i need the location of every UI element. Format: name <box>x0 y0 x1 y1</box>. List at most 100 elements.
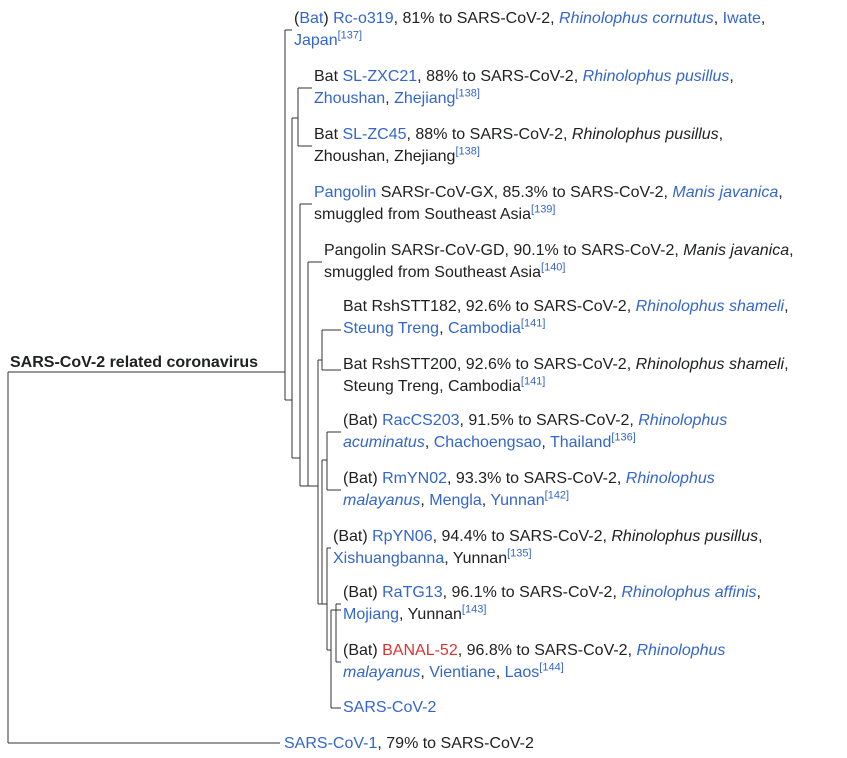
leaf-link[interactable]: RaTG13 <box>382 584 442 601</box>
leaf-text: , 96.1% to SARS-CoV-2, <box>442 584 622 601</box>
leaf-link[interactable]: Chachoengsao <box>434 434 542 451</box>
leaf-link[interactable]: Rhinolophus pusillus <box>583 68 730 85</box>
leaf-link[interactable]: Japan <box>294 32 338 49</box>
leaf-text[interactable]: BANAL-52 <box>382 642 458 659</box>
leaf-link[interactable]: acuminatus <box>343 434 425 451</box>
leaf-link[interactable]: SARS-CoV-2 <box>343 699 436 716</box>
citation-ref[interactable]: [138] <box>455 88 479 100</box>
leaf-text: , <box>424 434 434 451</box>
leaf-text: , <box>729 68 734 85</box>
leaf-text: , <box>784 298 789 315</box>
leaf-text: , Yunnan <box>399 606 462 623</box>
leaf-2: Bat SL-ZC45, 88% to SARS-CoV-2, Rhinolop… <box>314 124 723 168</box>
leaf-11: (Bat) BANAL-52, 96.8% to SARS-CoV-2, Rhi… <box>343 640 725 684</box>
leaf-link[interactable]: Mojiang <box>343 606 399 623</box>
leaf-text: Pangolin SARSr-CoV-GD, 90.1% to SARS-CoV… <box>324 242 684 259</box>
leaf-text: , <box>713 10 723 27</box>
leaf-link[interactable]: Pangolin <box>314 184 376 201</box>
citation-ref[interactable]: [142] <box>545 490 569 502</box>
citation-ref[interactable]: [137] <box>338 30 362 42</box>
leaf-link[interactable]: Manis javanica <box>672 184 778 201</box>
leaf-text: , <box>439 320 448 337</box>
leaf-link[interactable]: Iwate <box>723 10 761 27</box>
leaf-link[interactable]: Yunnan <box>490 492 544 509</box>
leaf-0: (Bat) Rc-o319, 81% to SARS-CoV-2, Rhinol… <box>294 8 765 52</box>
leaf-link[interactable]: Xishuangbanna <box>333 550 444 567</box>
leaf-text: , <box>784 356 789 373</box>
leaf-text: Bat RshSTT182, 92.6% to SARS-CoV-2, <box>343 298 636 315</box>
leaf-text: , <box>760 10 766 27</box>
leaf-10: (Bat) RaTG13, 96.1% to SARS-CoV-2, Rhino… <box>343 582 761 626</box>
citation-ref[interactable]: [141] <box>521 376 545 388</box>
leaf-4: Pangolin SARSr-CoV-GD, 90.1% to SARS-CoV… <box>324 240 794 284</box>
leaf-text: , <box>758 528 763 545</box>
leaf-text: , <box>541 434 550 451</box>
leaf-link[interactable]: Rhinolophus cornutus <box>559 10 714 27</box>
leaf-link[interactable]: Rhinolophus <box>626 470 715 487</box>
leaf-link[interactable]: Rhinolophus <box>636 642 725 659</box>
leaf-link[interactable]: RmYN02 <box>382 470 447 487</box>
leaf-link[interactable]: Rhinolophus affinis <box>621 584 756 601</box>
leaf-text: Bat <box>314 126 343 143</box>
leaf-text: (Bat) <box>343 584 383 601</box>
leaf-text: Bat RshSTT200, 92.6% to SARS-CoV-2, <box>343 356 636 373</box>
leaf-link[interactable]: RacCS203 <box>382 412 459 429</box>
leaf-7: (Bat) RacCS203, 91.5% to SARS-CoV-2, Rhi… <box>343 410 727 454</box>
leaf-1: Bat SL-ZXC21, 88% to SARS-CoV-2, Rhinolo… <box>314 66 734 110</box>
citation-ref[interactable]: [141] <box>521 318 545 330</box>
leaf-text: , 91.5% to SARS-CoV-2, <box>459 412 639 429</box>
leaf-link[interactable]: malayanus <box>343 664 420 681</box>
leaf-text: smuggled from Southeast Asia <box>324 264 542 281</box>
leaf-text: , <box>495 664 505 681</box>
leaf-link[interactable]: Zhejiang <box>394 90 455 107</box>
leaf-text: , Yunnan <box>444 550 508 567</box>
leaf-3: Pangolin SARSr-CoV-GX, 85.3% to SARS-CoV… <box>314 182 783 226</box>
leaf-text: , <box>385 90 395 107</box>
leaf-6: Bat RshSTT200, 92.6% to SARS-CoV-2, Rhin… <box>343 354 789 398</box>
leaf-text: Steung Treng, Cambodia <box>343 378 521 395</box>
leaf-link[interactable]: Mengla <box>429 492 481 509</box>
leaf-link[interactable]: SL-ZXC21 <box>342 68 417 85</box>
root-label: SARS-CoV-2 related coronavirus <box>10 354 259 371</box>
leaf-text: , 94.4% to SARS-CoV-2, <box>432 528 612 545</box>
citation-ref[interactable]: [136] <box>611 432 635 444</box>
leaf-link[interactable]: Vientiane <box>429 664 495 681</box>
citation-ref[interactable]: [144] <box>539 662 563 674</box>
citation-ref[interactable]: [135] <box>507 548 531 560</box>
leaf-link[interactable]: Cambodia <box>448 320 521 337</box>
leaf-link[interactable]: malayanus <box>343 492 420 509</box>
citation-ref[interactable]: [139] <box>531 204 555 216</box>
leaf-link[interactable]: Steung Treng <box>343 320 439 337</box>
leaf-text: smuggled from Southeast Asia <box>314 206 532 223</box>
leaf-link[interactable]: Rhinolophus <box>638 412 727 429</box>
leaf-link[interactable]: Thailand <box>550 434 611 451</box>
citation-ref[interactable]: [140] <box>541 262 565 274</box>
leaf-text: (Bat) <box>343 470 383 487</box>
leaf-5: Bat RshSTT182, 92.6% to SARS-CoV-2, Rhin… <box>343 296 789 340</box>
citation-ref[interactable]: [138] <box>455 146 479 158</box>
leaf-text: Zhoushan, Zhejiang <box>314 148 456 165</box>
leaf-text: , 81% to SARS-CoV-2, <box>393 10 560 27</box>
leaf-link[interactable]: SARS-CoV-1 <box>284 735 377 752</box>
leaf-text: Rhinolophus pusillus <box>571 126 719 143</box>
leaf-link[interactable]: Bat <box>299 10 323 27</box>
leaf-link[interactable]: Zhoushan <box>314 90 385 107</box>
leaf-text: SARSr-CoV-GX, 85.3% to SARS-CoV-2, <box>376 184 673 201</box>
leaf-link[interactable]: Rhinolophus shameli <box>636 298 785 315</box>
leaf-text: Rhinolophus pusillus <box>611 528 759 545</box>
leaf-text: , <box>756 584 761 601</box>
citation-ref[interactable]: [143] <box>462 604 486 616</box>
leaf-text: , <box>718 126 724 143</box>
leaf-12: SARS-CoV-2 <box>343 697 436 719</box>
leaf-text: Rhinolophus shameli <box>635 356 785 373</box>
leaf-text: , 79% to SARS-CoV-2 <box>377 735 534 752</box>
leaf-13: SARS-CoV-1, 79% to SARS-CoV-2 <box>284 733 534 755</box>
leaf-link[interactable]: Laos <box>505 664 540 681</box>
leaf-text: (Bat) <box>343 412 383 429</box>
leaf-text: , 96.8% to SARS-CoV-2, <box>457 642 637 659</box>
leaf-link[interactable]: SL-ZC45 <box>342 126 406 143</box>
leaf-text: , 88% to SARS-CoV-2, <box>417 68 583 85</box>
leaf-link[interactable]: Rc-o319 <box>333 10 393 27</box>
leaf-link[interactable]: RpYN06 <box>372 528 432 545</box>
leaf-text: , <box>778 184 783 201</box>
